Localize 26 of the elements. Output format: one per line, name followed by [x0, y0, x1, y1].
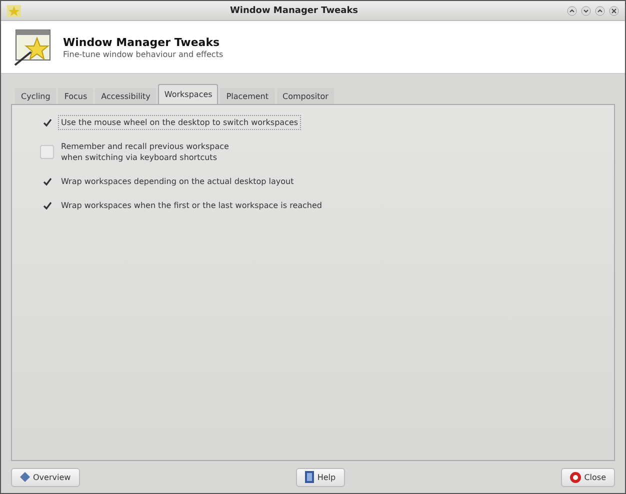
star-icon	[7, 4, 21, 16]
diamond-icon	[20, 472, 30, 482]
checkbox-label[interactable]: Wrap workspaces depending on the actual desktop layout	[58, 174, 297, 189]
star-wand-icon	[13, 28, 53, 66]
tab[interactable]: Cycling	[15, 88, 56, 104]
book-icon	[305, 471, 314, 483]
maximize-icon[interactable]	[567, 6, 577, 16]
tab[interactable]: Compositor	[276, 88, 334, 104]
header-title: Window Manager Tweaks	[63, 36, 221, 48]
checkbox-label[interactable]: Wrap workspaces when the first or the last workspace is reached	[58, 198, 325, 213]
help-button[interactable]: Help	[296, 468, 345, 486]
tab[interactable]: Focus	[58, 88, 94, 104]
tab[interactable]: Placement	[220, 88, 275, 104]
tab[interactable]: Accessibility	[95, 88, 156, 104]
checkbox-label[interactable]: Use the mouse wheel on the desktop to switch workspaces	[58, 115, 302, 130]
checkbox[interactable]	[40, 145, 54, 159]
tab[interactable]: Workspaces	[158, 84, 218, 104]
maximize-icon[interactable]	[595, 6, 605, 16]
close-icon[interactable]	[609, 6, 619, 16]
window-title: Window Manager Tweaks	[228, 6, 360, 16]
close-icon	[570, 472, 582, 482]
close-button[interactable]: Close	[561, 468, 615, 486]
minimize-icon[interactable]	[581, 6, 591, 16]
checkbox-label[interactable]: Remember and recall previous workspace when switching via keyboard shortcuts	[58, 139, 232, 165]
header-subtitle: Fine-tune window behaviour and effects	[63, 50, 224, 58]
overview-button[interactable]: Overview	[11, 468, 80, 486]
